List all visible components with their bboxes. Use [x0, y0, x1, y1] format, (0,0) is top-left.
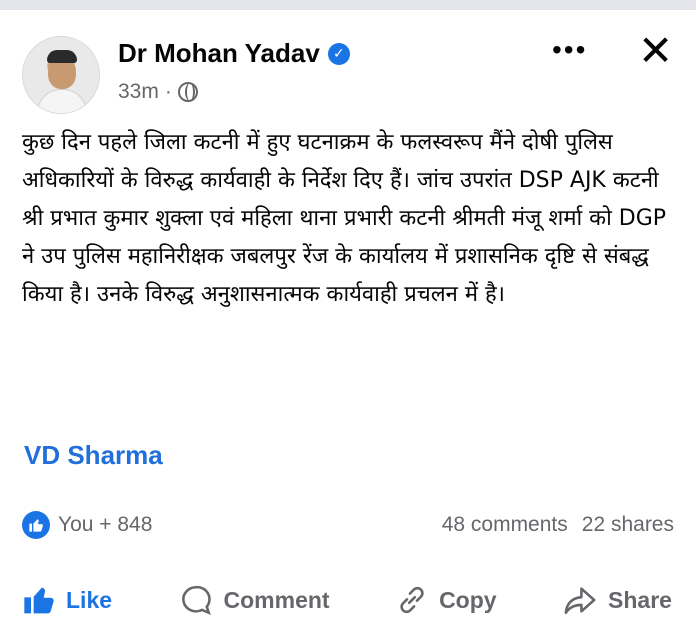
share-icon: [562, 583, 598, 617]
action-bar: Like Comment Copy Share: [22, 578, 672, 622]
author-row: Dr Mohan Yadav ✓: [118, 38, 350, 69]
verified-icon: ✓: [327, 42, 350, 65]
comment-label: Comment: [223, 586, 330, 613]
post-header: Dr Mohan Yadav ✓ 33m · ••• ✕: [22, 30, 682, 114]
like-icon: [22, 584, 56, 616]
comment-icon: [178, 583, 214, 617]
share-label: Share: [608, 586, 672, 613]
more-icon[interactable]: •••: [552, 36, 587, 64]
comments-count[interactable]: 48 comments: [442, 513, 568, 537]
copy-label: Copy: [439, 586, 497, 613]
copy-icon: [395, 583, 429, 617]
like-label: Like: [66, 586, 113, 613]
share-button[interactable]: Share: [562, 583, 672, 617]
author-name[interactable]: Dr Mohan Yadav: [118, 38, 320, 69]
close-icon[interactable]: ✕: [638, 30, 673, 72]
like-reaction-icon: [22, 511, 50, 539]
globe-icon: [177, 82, 198, 102]
post-meta: 33m ·: [118, 80, 198, 104]
reactions-summary[interactable]: You + 848: [22, 511, 152, 539]
like-button[interactable]: Like: [22, 584, 112, 616]
comment-button[interactable]: Comment: [178, 583, 330, 617]
reactions-count: You + 848: [58, 513, 153, 536]
shares-count[interactable]: 22 shares: [582, 513, 674, 537]
meta-separator: ·: [164, 80, 172, 103]
avatar[interactable]: [22, 36, 100, 114]
top-divider: [0, 0, 696, 10]
copy-button[interactable]: Copy: [395, 583, 497, 617]
reactions-row: You + 848 48 comments 22 shares: [22, 508, 674, 542]
tagged-user-link[interactable]: VD Sharma: [24, 440, 163, 471]
post-text: कुछ दिन पहले जिला कटनी में हुए घटनाक्रम …: [22, 130, 667, 307]
post-time[interactable]: 33m: [118, 80, 159, 104]
